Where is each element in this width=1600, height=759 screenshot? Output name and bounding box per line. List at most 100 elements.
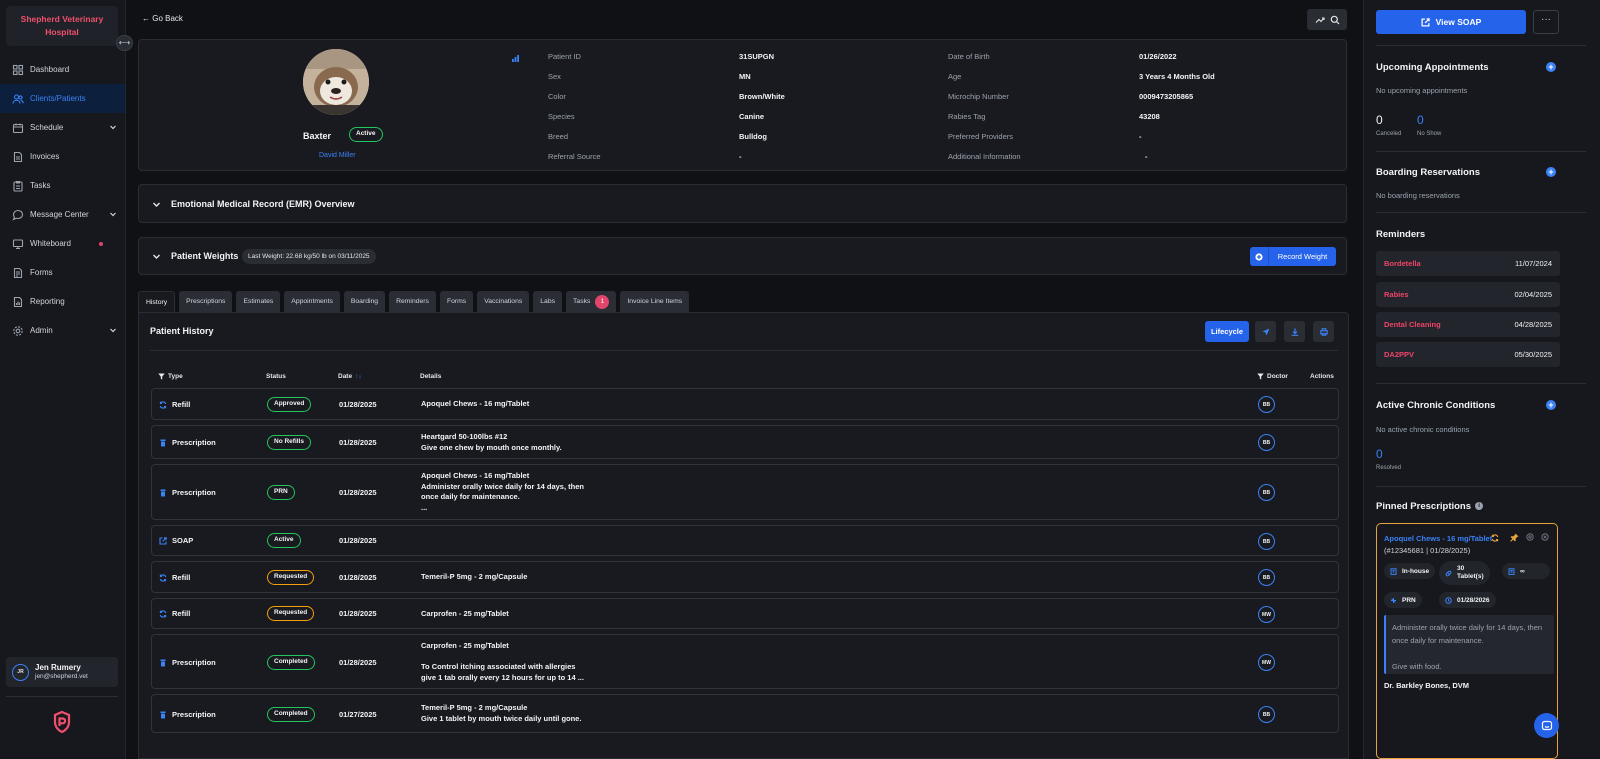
refresh-icon xyxy=(159,400,167,409)
chat-icon xyxy=(12,209,24,221)
doctor-avatar[interactable]: BB xyxy=(1258,533,1275,550)
tab-labs[interactable]: Labs xyxy=(533,291,563,312)
rx-name[interactable]: Apoquel Chews - 16 mg/Tablet xyxy=(1384,534,1492,543)
tab-prescriptions[interactable]: Prescriptions xyxy=(179,291,233,312)
patient-name: Baxter xyxy=(303,131,332,141)
table-row[interactable]: Refill Requested 01/28/2025 Carprofen - … xyxy=(151,598,1339,629)
detail-line: Give one chew by mouth once monthly. xyxy=(421,442,562,452)
tab-vaccinations[interactable]: Vaccinations xyxy=(477,291,530,312)
nav-item-reporting[interactable]: Reporting xyxy=(0,287,125,316)
nav-item-invoices[interactable]: Invoices xyxy=(0,142,125,171)
pin-icon[interactable] xyxy=(1510,533,1519,542)
sidebar: Shepherd Veterinary Hospital ⟷ Dashboard… xyxy=(0,0,133,759)
nav-item-message-center[interactable]: Message Center xyxy=(0,200,125,229)
doctor-avatar[interactable]: BB xyxy=(1258,484,1275,501)
prescription-icon xyxy=(159,489,167,497)
lifecycle-button[interactable]: Lifecycle xyxy=(1205,321,1249,342)
patient-weights-panel: Patient Weights Last Weight: 22.68 kg/50… xyxy=(138,237,1347,275)
type-label: Prescription xyxy=(172,710,216,719)
hospital-name[interactable]: Shepherd Veterinary Hospital xyxy=(6,6,118,46)
nav-item-dashboard[interactable]: Dashboard xyxy=(0,55,125,84)
add-appointment-button[interactable]: + xyxy=(1546,62,1556,72)
table-row[interactable]: Prescription Completed 01/28/2025 Carpro… xyxy=(151,634,1339,689)
send-button[interactable] xyxy=(1255,321,1276,342)
chat-support-button[interactable] xyxy=(1534,713,1559,738)
bar-chart-icon[interactable] xyxy=(511,54,520,63)
detail-line: Temeril-P 5mg - 2 mg/Capsule xyxy=(421,572,528,581)
nav-item-clients-patients[interactable]: Clients/Patients xyxy=(0,84,125,113)
tab-label: Tasks xyxy=(573,298,591,305)
nav-item-schedule[interactable]: Schedule xyxy=(0,113,125,142)
trend-icon[interactable] xyxy=(1315,15,1325,25)
table-row[interactable]: Refill Approved 01/28/2025 Apoquel Chews… xyxy=(151,388,1339,420)
settings-icon[interactable] xyxy=(1526,533,1534,541)
chevron-down-icon[interactable] xyxy=(152,252,161,261)
download-button[interactable] xyxy=(1284,321,1305,342)
tab-reminders[interactable]: Reminders xyxy=(389,291,436,312)
nav-label: Reporting xyxy=(30,297,65,306)
doctor-avatar[interactable]: BB xyxy=(1258,569,1275,586)
no-boarding-text: No boarding reservations xyxy=(1376,191,1460,200)
doctor-avatar[interactable]: BB xyxy=(1258,396,1275,413)
column-header-doctor[interactable]: Doctor xyxy=(1257,373,1288,380)
reminder-item[interactable]: Bordetella 11/07/2024 xyxy=(1376,251,1560,276)
doctor-avatar[interactable]: MW xyxy=(1258,654,1275,671)
table-row[interactable]: Prescription Completed 01/27/2025 Temeri… xyxy=(151,694,1339,733)
close-icon[interactable] xyxy=(1541,533,1549,541)
tab-estimates[interactable]: Estimates xyxy=(236,291,281,312)
table-row[interactable]: Prescription No Refills 01/28/2025 Heart… xyxy=(151,425,1339,459)
more-options-button[interactable]: ··· xyxy=(1533,10,1559,34)
chevron-down-icon[interactable] xyxy=(152,200,161,209)
collapse-sidebar-button[interactable]: ⟷ xyxy=(116,35,133,51)
rx-reference: (#12345681 | 01/28/2025) xyxy=(1384,546,1471,555)
chip-label: In-house xyxy=(1402,567,1430,575)
table-row[interactable]: Refill Requested 01/28/2025 Temeril-P 5m… xyxy=(151,561,1339,593)
type-cell: Refill xyxy=(159,573,190,582)
owner-link[interactable]: David Miller xyxy=(319,152,356,159)
filter-icon[interactable] xyxy=(158,373,165,380)
column-header-date[interactable]: Date ↑↓ xyxy=(338,373,362,380)
sort-icon[interactable]: ↑↓ xyxy=(355,373,362,380)
tab-forms[interactable]: Forms xyxy=(439,291,474,312)
nav-item-whiteboard[interactable]: Whiteboard xyxy=(0,229,125,258)
view-soap-button[interactable]: View SOAP xyxy=(1376,10,1526,34)
nav-item-forms[interactable]: Forms xyxy=(0,258,125,287)
reminder-item[interactable]: Rabies 02/04/2025 xyxy=(1376,282,1560,307)
doctor-avatar[interactable]: BB xyxy=(1258,434,1275,451)
doctor-avatar[interactable]: BB xyxy=(1258,706,1275,723)
pinned-prescription-card[interactable]: Apoquel Chews - 16 mg/Tablet (#12345681 … xyxy=(1376,523,1558,759)
go-back-link[interactable]: ← Go Back xyxy=(142,14,183,23)
note-line: Give with food. xyxy=(1392,662,1442,671)
tab-appointments[interactable]: Appointments xyxy=(284,291,340,312)
nav-item-tasks[interactable]: Tasks xyxy=(0,171,125,200)
type-cell: Refill xyxy=(159,609,190,618)
type-label: Refill xyxy=(172,400,191,409)
user-profile-card[interactable]: JR Jen Rumery jen@shepherd.vet xyxy=(6,657,118,687)
add-condition-button[interactable]: + xyxy=(1546,400,1556,410)
upcoming-appointments-title: Upcoming Appointments xyxy=(1376,62,1489,73)
filter-icon[interactable] xyxy=(1257,373,1264,380)
tab-history[interactable]: History xyxy=(138,291,176,312)
print-button[interactable] xyxy=(1313,321,1334,342)
row-date: 01/28/2025 xyxy=(339,609,377,618)
table-row[interactable]: SOAP Active 01/28/2025 BB xyxy=(151,525,1339,556)
info-icon[interactable]: i xyxy=(1475,502,1484,511)
reminder-item[interactable]: Dental Cleaning 04/28/2025 xyxy=(1376,312,1560,337)
nav-item-admin[interactable]: Admin xyxy=(0,316,125,345)
add-boarding-button[interactable]: + xyxy=(1546,167,1556,177)
tab-boarding[interactable]: Boarding xyxy=(343,291,386,312)
tab-tasks[interactable]: Tasks 1 xyxy=(566,291,617,312)
table-row[interactable]: Prescription PRN 01/28/2025 Apoquel Chew… xyxy=(151,464,1339,520)
column-header-type[interactable]: Type xyxy=(158,373,183,380)
no-conditions-text: No active chronic conditions xyxy=(1376,425,1470,434)
info-label: Color xyxy=(548,92,566,101)
resolved-label: Resolved xyxy=(1376,465,1402,471)
reminder-item[interactable]: DA2PPV 05/30/2025 xyxy=(1376,342,1560,367)
type-cell: Refill xyxy=(159,400,190,409)
search-icon[interactable] xyxy=(1330,15,1340,25)
emr-overview-panel[interactable]: Emotional Medical Record (EMR) Overview xyxy=(138,184,1347,223)
record-weight-button[interactable]: Record Weight xyxy=(1250,247,1336,266)
tab-invoice-line-items[interactable]: Invoice Line Items xyxy=(620,291,690,312)
rx-chip-inhouse: In-house xyxy=(1384,563,1436,579)
doctor-avatar[interactable]: MW xyxy=(1258,606,1275,623)
